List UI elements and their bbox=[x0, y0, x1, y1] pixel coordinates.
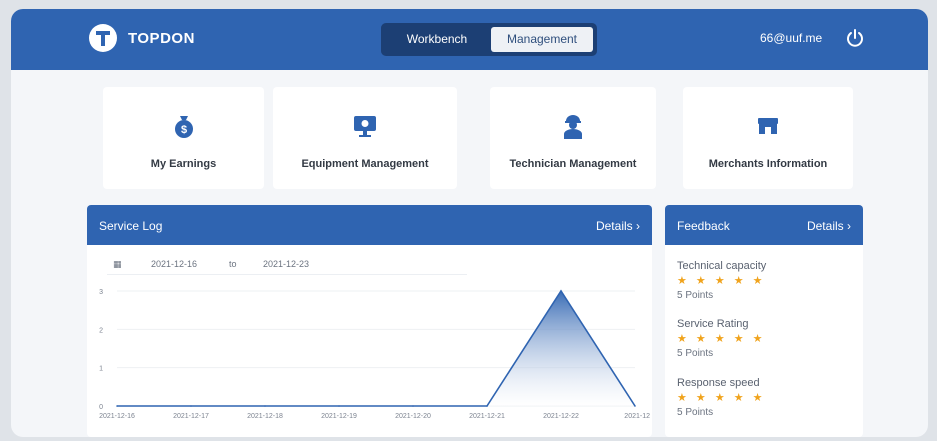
y-tick-label: 1 bbox=[99, 366, 103, 373]
feedback-label: Technical capacity bbox=[677, 260, 767, 272]
feedback-item-response-speed: Response speed ★ ★ ★ ★ ★ 5 Points bbox=[677, 377, 766, 418]
star-rating: ★ ★ ★ ★ ★ bbox=[677, 392, 766, 404]
service-log-details-link[interactable]: Details › bbox=[596, 219, 640, 233]
power-logout-icon[interactable] bbox=[845, 28, 865, 48]
x-tick-label: 2021-12-21 bbox=[469, 413, 505, 420]
top-navigation-bar: TOPDON Workbench Management 66@uuf.me bbox=[11, 9, 928, 70]
technician-icon bbox=[560, 113, 586, 139]
card-label: My Earnings bbox=[150, 158, 217, 170]
feedback-label: Response speed bbox=[677, 377, 760, 389]
feedback-header: Feedback Details › bbox=[665, 205, 863, 245]
feedback-details-link[interactable]: Details › bbox=[807, 219, 851, 233]
money-bag-icon: $ bbox=[171, 113, 197, 139]
star-rating: ★ ★ ★ ★ ★ bbox=[677, 275, 766, 287]
store-icon bbox=[755, 113, 781, 139]
calendar-icon: ▦ bbox=[113, 259, 122, 269]
star-rating: ★ ★ ★ ★ ★ bbox=[677, 333, 766, 345]
data-point bbox=[338, 405, 340, 407]
feedback-item-service-rating: Service Rating ★ ★ ★ ★ ★ 5 Points bbox=[677, 318, 766, 359]
data-point bbox=[264, 405, 266, 407]
date-from[interactable]: 2021-12-16 bbox=[151, 259, 197, 269]
feedback-points: 5 Points bbox=[677, 348, 714, 359]
service-log-chart: 0 1 2 3 2021-12-16 2021-12-17 2021-12-18 2021-1… bbox=[99, 289, 650, 420]
tab-management[interactable]: Management bbox=[491, 27, 593, 52]
service-log-header: Service Log Details › bbox=[87, 205, 652, 245]
feedback-points: 5 Points bbox=[677, 290, 714, 301]
data-point bbox=[634, 405, 636, 407]
x-tick-label: 2021-12-18 bbox=[247, 413, 283, 420]
view-switcher: Workbench Management bbox=[381, 23, 597, 56]
y-tick-label: 3 bbox=[99, 289, 103, 296]
svg-text:$: $ bbox=[180, 124, 186, 136]
y-tick-label: 2 bbox=[99, 327, 103, 334]
x-tick-label: 2021-12-16 bbox=[99, 413, 135, 420]
date-separator: to bbox=[229, 259, 237, 269]
user-email[interactable]: 66@uuf.me bbox=[760, 31, 822, 45]
topdon-logo-icon bbox=[89, 24, 117, 52]
feedback-title: Feedback bbox=[677, 219, 730, 233]
x-tick-label: 2021-12-22 bbox=[543, 413, 579, 420]
feedback-label: Service Rating bbox=[677, 318, 749, 330]
brand-name: TOPDON bbox=[128, 30, 195, 47]
x-tick-label: 2021-12-20 bbox=[395, 413, 431, 420]
monitor-icon bbox=[352, 113, 378, 139]
card-my-earnings[interactable]: $ My Earnings bbox=[103, 87, 264, 189]
card-label: Technician Management bbox=[509, 158, 637, 170]
service-log-panel: Service Log Details › ▦ 2021-12-16 to 20… bbox=[87, 205, 652, 437]
date-range-picker[interactable]: ▦ 2021-12-16 to 2021-12-23 bbox=[107, 255, 467, 275]
feedback-item-technical-capacity: Technical capacity ★ ★ ★ ★ ★ 5 Points bbox=[677, 260, 766, 301]
x-tick-label: 2021-12-19 bbox=[321, 413, 357, 420]
data-point bbox=[412, 405, 414, 407]
feedback-panel: Feedback Details › Technical capacity ★ … bbox=[665, 205, 863, 437]
data-point bbox=[116, 405, 118, 407]
data-point bbox=[560, 290, 562, 292]
x-tick-label: 2021-12-17 bbox=[173, 413, 209, 420]
app-frame: TOPDON Workbench Management 66@uuf.me $ … bbox=[11, 9, 928, 437]
data-point bbox=[486, 405, 488, 407]
data-point bbox=[190, 405, 192, 407]
y-tick-label: 0 bbox=[99, 404, 103, 411]
card-merchants-information[interactable]: Merchants Information bbox=[683, 87, 853, 189]
service-log-title: Service Log bbox=[99, 219, 163, 233]
tab-workbench[interactable]: Workbench bbox=[387, 27, 487, 52]
x-tick-label: 2021-12 bbox=[624, 413, 650, 420]
card-equipment-management[interactable]: Equipment Management bbox=[273, 87, 457, 189]
card-label: Equipment Management bbox=[301, 158, 429, 170]
card-technician-management[interactable]: Technician Management bbox=[490, 87, 656, 189]
card-label: Merchants Information bbox=[708, 158, 828, 170]
feedback-points: 5 Points bbox=[677, 407, 714, 418]
date-to[interactable]: 2021-12-23 bbox=[263, 259, 309, 269]
area-fill bbox=[117, 291, 635, 406]
